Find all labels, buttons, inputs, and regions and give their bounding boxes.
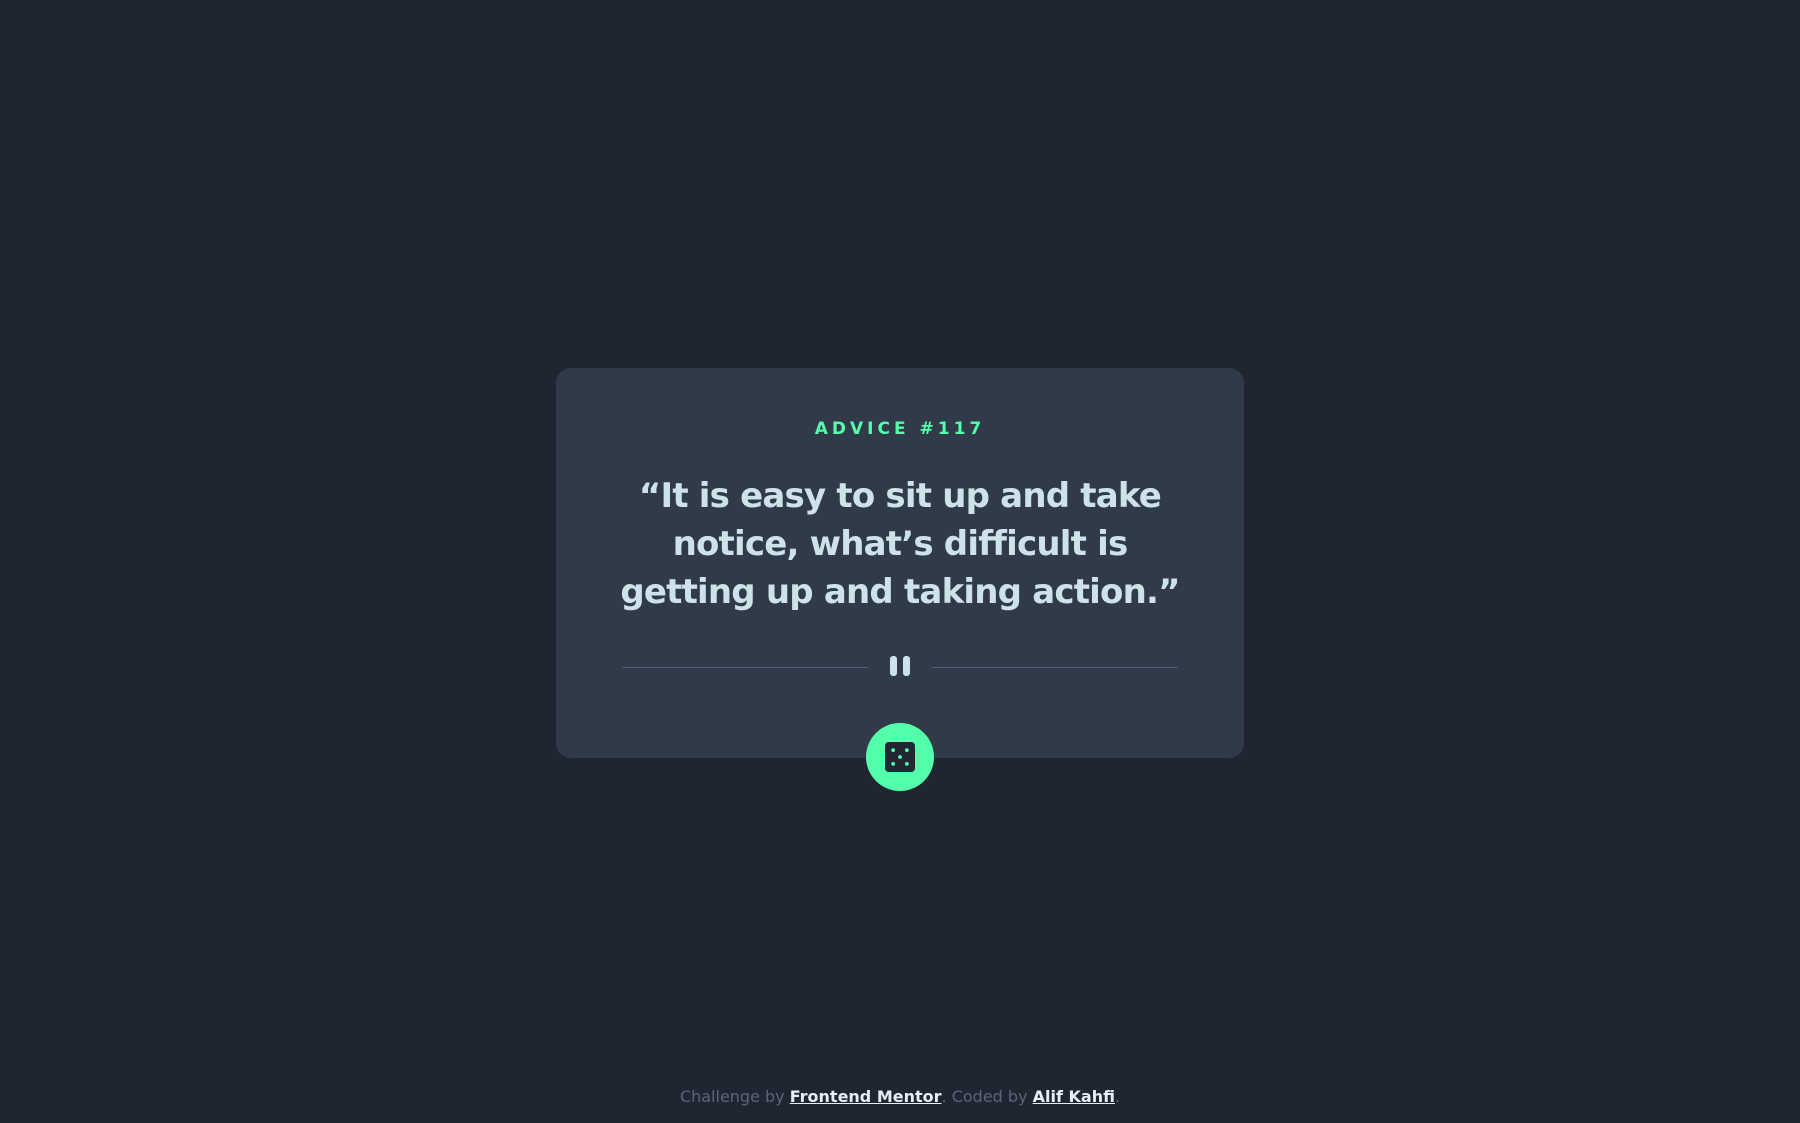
divider <box>622 656 1178 680</box>
generate-advice-button[interactable] <box>866 723 934 791</box>
attribution-footer: Challenge by Frontend Mentor. Coded by A… <box>0 1087 1800 1106</box>
author-link[interactable]: Alif Kahfi <box>1033 1087 1115 1106</box>
footer-middle: . Coded by <box>941 1087 1033 1106</box>
pause-icon <box>888 656 912 680</box>
advice-card: ADVICE #117 “It is easy to sit up and ta… <box>556 368 1244 758</box>
advice-id: ADVICE #117 <box>814 419 986 439</box>
footer-prefix: Challenge by <box>679 1087 790 1106</box>
frontend-mentor-link[interactable]: Frontend Mentor <box>790 1087 942 1106</box>
advice-quote: “It is easy to sit up and take notice, w… <box>620 476 1180 612</box>
footer-suffix: . <box>1114 1087 1121 1106</box>
divider-line-right <box>932 667 1178 668</box>
dice-icon <box>885 742 915 772</box>
divider-line-left <box>622 667 868 668</box>
